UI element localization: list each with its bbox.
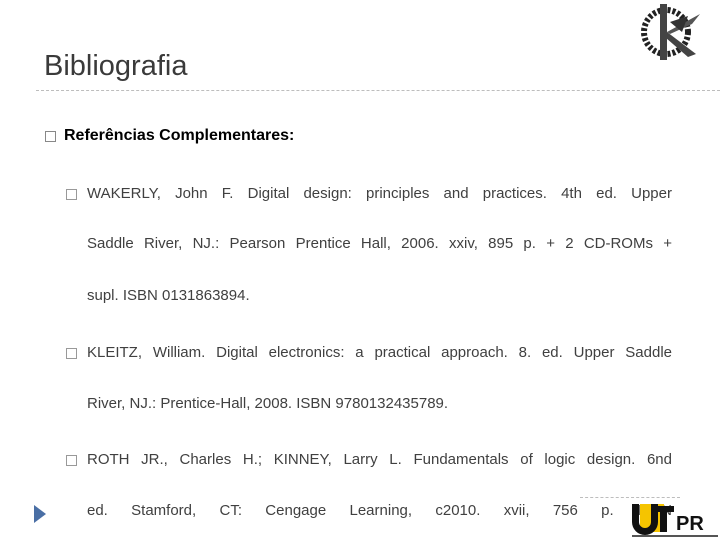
utfpr-logo: PR	[632, 504, 718, 537]
reference-line: supl. ISBN 0131863894.	[87, 287, 250, 304]
reference-line: River, NJ.: Prentice-Hall, 2008. ISBN 97…	[87, 395, 449, 412]
title-divider	[36, 90, 720, 91]
footer-divider	[580, 497, 680, 498]
reference-line: WAKERLY, John F. Digital design: princip…	[87, 185, 672, 202]
bullet-icon	[45, 131, 56, 142]
reference-line: Saddle River, NJ.: Pearson Prentice Hall…	[87, 235, 672, 252]
reference-line: KLEITZ, William. Digital electronics: a …	[87, 344, 672, 361]
bullet-icon	[66, 189, 77, 200]
reference-line: ed. Stamford, CT: Cengage Learning, c201…	[87, 502, 672, 519]
bullet-icon	[66, 348, 77, 359]
section-heading: Referências Complementares:	[64, 127, 295, 144]
svg-text:PR: PR	[676, 513, 704, 535]
bullet-icon	[66, 455, 77, 466]
department-logo	[641, 4, 700, 60]
slide-title: Bibliografia	[44, 50, 188, 82]
reference-line: ROTH JR., Charles H.; KINNEY, Larry L. F…	[87, 451, 672, 468]
next-slide-arrow-icon[interactable]	[34, 505, 46, 523]
